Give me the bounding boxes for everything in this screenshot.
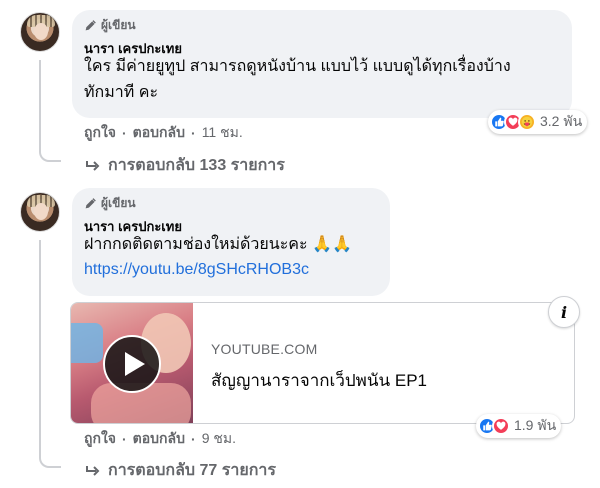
separator-dot: ·: [122, 125, 127, 141]
reply-arrow-icon: [86, 465, 100, 476]
preview-title[interactable]: สัญญานาราจากเว็ปพนัน EP1: [211, 367, 427, 394]
reply-arrow-icon: [86, 160, 100, 171]
avatar-face: [34, 203, 48, 220]
comment-link[interactable]: https://youtu.be/8gSHcRHOB3c: [84, 258, 378, 282]
thumbnail-shape: [71, 323, 103, 363]
avatar-face: [34, 23, 48, 40]
separator-dot: ·: [191, 125, 196, 141]
comment-bubble: ผู้เขียน นารา เครปกะเทย ใคร มีค่ายยูทูป …: [72, 10, 572, 118]
separator-dot: ·: [191, 431, 196, 447]
thread-curve-2: [39, 456, 61, 468]
view-replies-link[interactable]: การตอบกลับ 77 รายการ: [86, 458, 276, 483]
info-icon[interactable]: i: [548, 296, 580, 328]
video-thumbnail[interactable]: [71, 303, 193, 423]
comment-timestamp[interactable]: 11 ชม.: [202, 122, 243, 144]
reply-button[interactable]: ตอบกลับ: [133, 428, 185, 450]
pencil-icon: [85, 19, 96, 30]
comment-actions: ถูกใจ · ตอบกลับ · 11 ชม.: [84, 124, 243, 142]
comment-bubble: ผู้เขียน นารา เครปกะเทย ฝากกดติดตามช่องใ…: [72, 188, 390, 296]
thread-line-1: [39, 60, 41, 152]
author-badge-label: ผู้เขียน: [101, 17, 136, 32]
author-badge-label: ผู้เขียน: [101, 195, 136, 210]
separator-dot: ·: [122, 431, 127, 447]
comment-timestamp[interactable]: 9 ชม.: [202, 428, 236, 450]
reaction-summary[interactable]: 3.2 พัน: [488, 110, 588, 134]
comment-text: ใคร มีค่ายยูทูป สามารถดูหนังบ้าน แบบไว้ …: [84, 58, 511, 101]
comment-actions: ถูกใจ · ตอบกลับ · 9 ชม.: [84, 430, 236, 448]
reaction-summary[interactable]: 1.9 พัน: [476, 414, 562, 438]
comment-author[interactable]: นารา เครปกะเทย: [84, 216, 378, 234]
like-button[interactable]: ถูกใจ: [84, 428, 116, 450]
author-badge: ผู้เขียน: [84, 18, 560, 32]
avatar[interactable]: [20, 12, 60, 52]
comment-text: ฝากกดติดตามช่องใหม่ด้วยนะคะ 🙏🙏: [84, 236, 352, 253]
view-replies-link[interactable]: การตอบกลับ 133 รายการ: [86, 153, 285, 178]
reaction-count: 1.9 พัน: [514, 417, 557, 433]
view-replies-label: การตอบกลับ 77 รายการ: [108, 462, 276, 479]
author-badge: ผู้เขียน: [84, 196, 378, 210]
link-preview-card[interactable]: YOUTUBE.COM สัญญานาราจากเว็ปพนัน EP1: [70, 302, 575, 424]
play-icon[interactable]: [103, 335, 161, 393]
thread-line-2: [39, 240, 41, 457]
care-icon: [518, 113, 536, 131]
reply-button[interactable]: ตอบกลับ: [133, 122, 185, 144]
avatar[interactable]: [20, 192, 60, 232]
view-replies-label: การตอบกลับ 133 รายการ: [108, 157, 285, 174]
reaction-count: 3.2 พัน: [540, 113, 583, 129]
preview-domain: YOUTUBE.COM: [211, 341, 318, 357]
like-button[interactable]: ถูกใจ: [84, 122, 116, 144]
comment-author[interactable]: นารา เครปกะเทย: [84, 38, 560, 56]
love-icon: [492, 417, 510, 435]
thread-curve-1: [39, 150, 61, 162]
pencil-icon: [85, 197, 96, 208]
